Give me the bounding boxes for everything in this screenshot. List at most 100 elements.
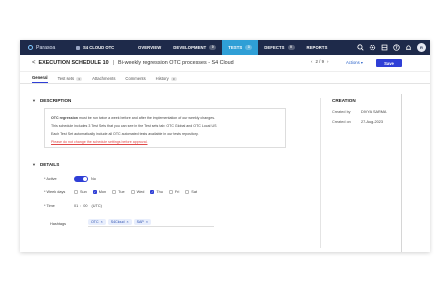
nav-tests-badge: 3 (245, 45, 253, 50)
nav-overview[interactable]: OVERVIEW (132, 40, 167, 55)
tab-test-sets-label: Test sets (57, 76, 75, 81)
weekday-tue[interactable]: Tue (112, 190, 125, 194)
checkbox-mon[interactable]: ✓ (92, 190, 97, 194)
hashtags-input[interactable]: OTC × S4Cloud × SAP × (88, 218, 214, 227)
checkbox-wed[interactable] (130, 190, 135, 194)
hashtag-chip: S4Cloud × (107, 219, 132, 225)
workspace-label: S4 CLOUD OTC (83, 45, 115, 50)
checkbox-sun[interactable] (74, 190, 78, 194)
logo-icon (28, 45, 33, 50)
tab-history[interactable]: History 0 (156, 76, 177, 83)
nav-development-badge: 0 (209, 45, 217, 50)
weekday-sat-label: Sat (191, 190, 197, 194)
weekday-wed[interactable]: Wed (130, 190, 144, 194)
chevron-down-icon: ▼ (32, 162, 36, 167)
nav-tests[interactable]: TESTS 3 (222, 40, 259, 55)
time-label: * Time (44, 204, 55, 208)
weekday-thu[interactable]: ✓ Thu (150, 190, 163, 194)
remove-hashtag-icon[interactable]: × (146, 220, 148, 224)
hashtag-chip-label: OTC (91, 220, 99, 224)
hashtag-chip: SAP × (133, 219, 151, 225)
weekday-mon[interactable]: ✓ Mon (92, 190, 107, 194)
tab-history-label: History (155, 76, 169, 81)
next-record-icon[interactable]: › (327, 59, 328, 64)
back-icon[interactable]: < (32, 60, 36, 66)
checkbox-thu[interactable]: ✓ (150, 190, 155, 194)
time-field: * Time 01 : 00 (UTC) (44, 204, 102, 208)
page-header: < EXECUTION SCHEDULE 10 | Bi-weekly regr… (20, 55, 430, 72)
tab-general-label: General (32, 75, 48, 80)
weekday-fri[interactable]: Fri (168, 190, 179, 194)
nav-tests-label: TESTS (228, 45, 243, 50)
time-label-text: Time (46, 204, 55, 208)
tab-comments[interactable]: Comments (125, 76, 145, 83)
workspace-selector[interactable]: S4 CLOUD OTC (76, 45, 132, 50)
weekday-sun[interactable]: Sun (74, 190, 87, 194)
active-field: * Active No (44, 176, 96, 182)
creation-heading: CREATION (332, 98, 356, 103)
pager-label: 2 / 9 (315, 59, 325, 64)
help-icon[interactable]: ? (392, 43, 401, 52)
checkbox-tue[interactable] (112, 190, 117, 194)
nav-defects[interactable]: DEFECTS 0 (258, 40, 300, 55)
weekday-sat[interactable]: Sat (185, 190, 197, 194)
creation-panel: CREATION Created by DIVYA SARMA Created … (332, 98, 397, 130)
nav-overview-label: OVERVIEW (138, 45, 162, 50)
weekday-tue-label: Tue (118, 190, 125, 194)
tab-bar: General Test sets 3 Attachments Comments … (20, 72, 430, 84)
panel-divider (320, 98, 321, 248)
checkbox-sat[interactable] (185, 190, 190, 194)
tab-attachments-label: Attachments (92, 76, 116, 81)
weekday-mon-label: Mon (98, 190, 107, 194)
description-line-3: Each Test Set automatically include all … (51, 132, 199, 136)
remove-hashtag-icon[interactable]: × (127, 220, 129, 224)
time-zone: (UTC) (91, 204, 102, 208)
checkbox-fri[interactable] (168, 190, 173, 194)
weekday-thu-label: Thu (156, 190, 163, 194)
search-icon[interactable] (356, 43, 365, 52)
nav-development[interactable]: DEVELOPMENT 0 (167, 40, 222, 55)
tab-history-count: 0 (170, 76, 177, 81)
description-bold: OTC regression (51, 116, 78, 120)
tab-general[interactable]: General (32, 75, 48, 83)
time-minute[interactable]: 00 (83, 204, 87, 208)
brand-logo[interactable]: Parasoa (28, 45, 76, 51)
time-input[interactable]: 01 : 00 (74, 204, 88, 208)
description-line-1: OTC regression must be run twice a week … (51, 114, 279, 122)
description-line-1-text: must be run twice a week before and afte… (77, 116, 216, 120)
user-avatar[interactable]: R (417, 43, 426, 52)
bell-icon[interactable] (404, 43, 413, 52)
save-button[interactable]: Save (376, 59, 402, 67)
nav-development-label: DEVELOPMENT (173, 45, 207, 50)
active-label-text: Active (46, 177, 57, 181)
hashtags-label-row: Hashtags (50, 222, 66, 226)
main-panel: ▼ DESCRIPTION OTC regression must be run… (32, 94, 310, 252)
description-warning-link[interactable]: Please do not change the schedule settin… (51, 138, 279, 146)
details-heading: DETAILS (39, 162, 60, 167)
nav-reports[interactable]: REPORTS (301, 40, 334, 55)
top-nav: Parasoa S4 CLOUD OTC OVERVIEW DEVELOPMEN… (20, 40, 430, 55)
weekdays-label-text: Week days (46, 190, 66, 194)
tab-comments-label: Comments (125, 76, 146, 81)
created-by-value: DIVYA SARMA (361, 110, 387, 114)
hashtag-chip-label: SAP (136, 220, 144, 224)
created-by-row: Created by DIVYA SARMA (332, 110, 397, 114)
weekdays-field: * Week days Sun ✓ Mon Tue Wed ✓ Thu Fri Sa… (44, 190, 203, 194)
time-separator: : (80, 204, 82, 208)
gear-icon[interactable] (368, 43, 377, 52)
description-box[interactable]: OTC regression must be run twice a week … (44, 108, 286, 148)
layers-icon[interactable] (380, 43, 389, 52)
remove-hashtag-icon[interactable]: × (101, 220, 103, 224)
vertical-scrollbar[interactable] (401, 94, 402, 252)
description-header[interactable]: ▼ DESCRIPTION (32, 98, 71, 103)
tab-attachments[interactable]: Attachments (92, 76, 115, 83)
prev-record-icon[interactable]: ‹ (311, 59, 312, 64)
time-hour[interactable]: 01 (74, 204, 78, 208)
tab-test-sets[interactable]: Test sets 3 (58, 76, 83, 83)
record-pager: ‹ 2 / 9 › (311, 59, 331, 64)
actions-dropdown[interactable]: Actions ▾ (346, 60, 363, 65)
nav-reports-label: REPORTS (306, 45, 328, 50)
active-toggle[interactable] (74, 176, 88, 182)
nav-defects-badge: 0 (287, 45, 295, 50)
details-header[interactable]: ▼ DETAILS (32, 162, 59, 167)
